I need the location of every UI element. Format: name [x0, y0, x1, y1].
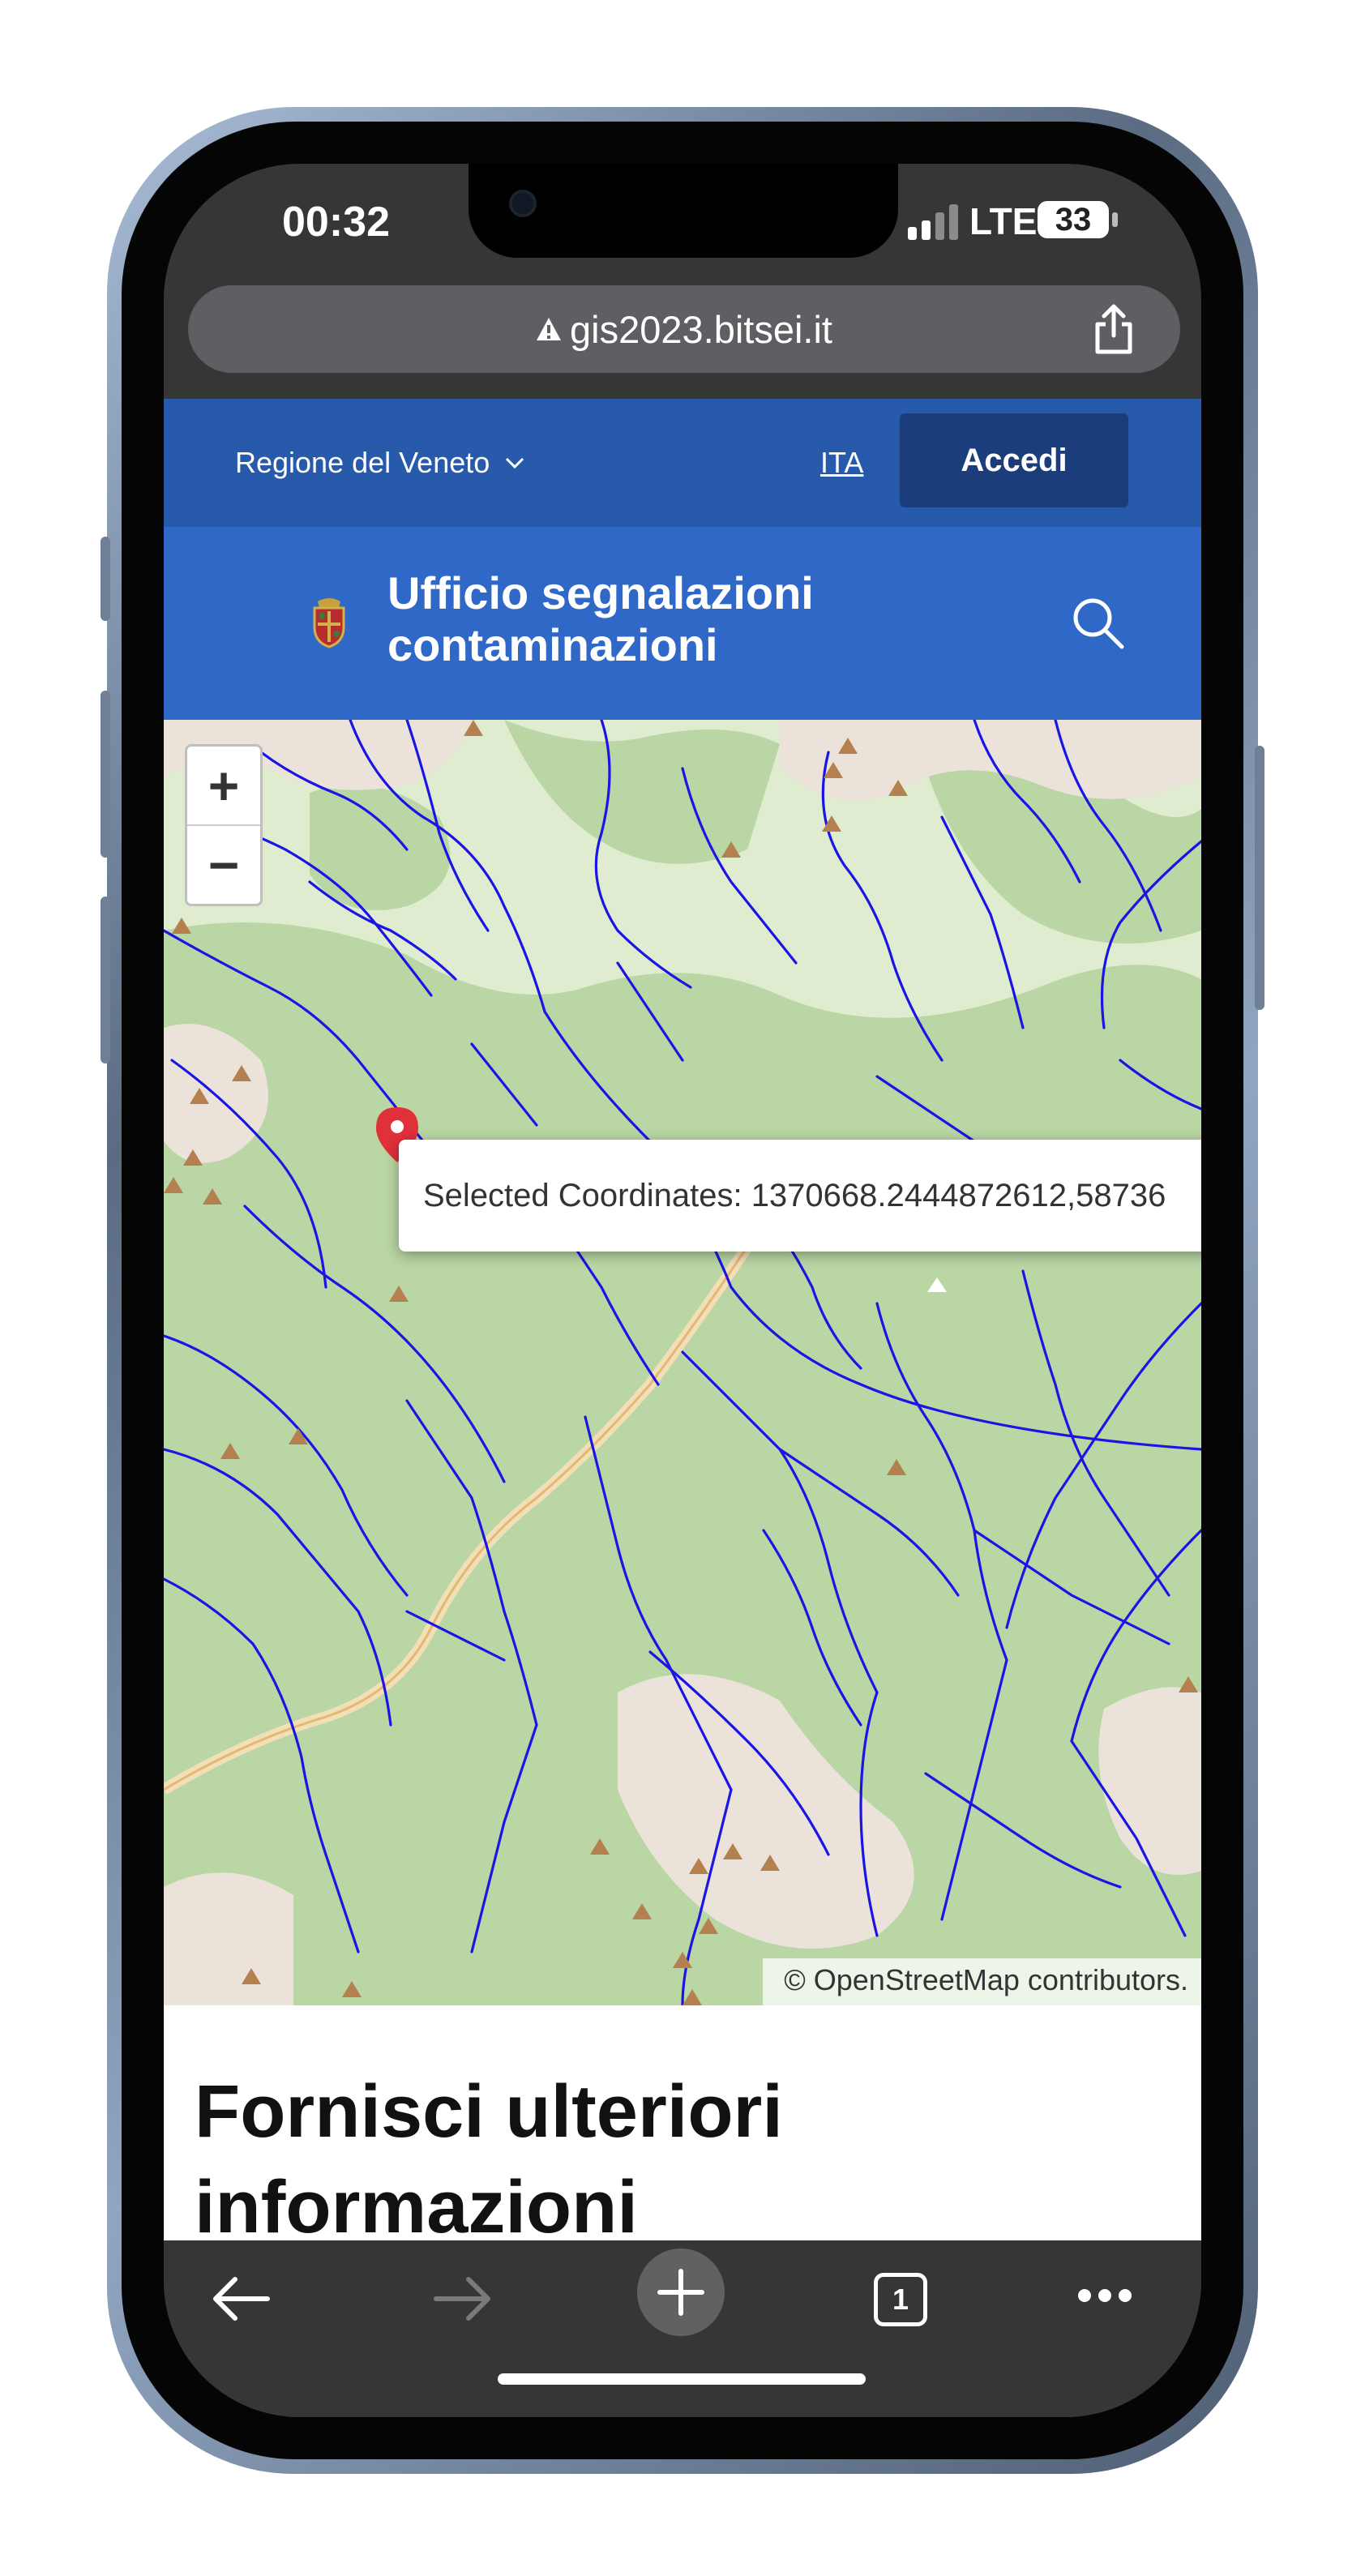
- new-tab-button[interactable]: [637, 2249, 725, 2336]
- section-heading: Fornisci ulteriori informazioni: [195, 2070, 783, 2240]
- home-indicator[interactable]: [498, 2373, 866, 2385]
- coordinates-popup: Selected Coordinates: 1370668.2444872612…: [399, 1140, 1201, 1252]
- phone-screen: 00:32 LTE 33 gis2023.bitsei.it Regione d…: [164, 164, 1201, 2417]
- battery-level: 33: [1055, 201, 1092, 237]
- url-text: gis2023.bitsei.it: [570, 307, 832, 351]
- mute-switch: [101, 537, 110, 621]
- front-camera: [509, 190, 537, 217]
- plus-icon: [657, 2269, 704, 2316]
- warning-icon: [537, 318, 561, 340]
- back-arrow-icon[interactable]: [211, 2273, 272, 2325]
- site-title[interactable]: Ufficio segnalazioni contaminazioni: [387, 567, 814, 671]
- forward-arrow-icon[interactable]: [431, 2273, 493, 2325]
- battery-tip: [1112, 212, 1118, 227]
- address-bar[interactable]: gis2023.bitsei.it: [188, 285, 1180, 373]
- map-view[interactable]: + − Selected Coordinates: 1370668.244487…: [164, 720, 1201, 2005]
- search-icon[interactable]: [1070, 595, 1127, 652]
- zoom-out-button[interactable]: −: [187, 826, 260, 904]
- site-header: Ufficio segnalazioni contaminazioni: [164, 527, 1201, 720]
- site-title-line-2: contaminazioni: [387, 619, 718, 670]
- site-title-line-1: Ufficio segnalazioni: [387, 567, 814, 618]
- network-label: LTE: [969, 200, 1038, 242]
- login-button[interactable]: Accedi: [900, 413, 1128, 507]
- language-link[interactable]: ITA: [820, 399, 863, 527]
- coordinates-text: Selected Coordinates: 1370668.2444872612…: [423, 1177, 1166, 1213]
- coat-of-arms-logo[interactable]: [310, 597, 349, 648]
- more-options-icon[interactable]: [1075, 2286, 1135, 2305]
- map-tiles[interactable]: [164, 720, 1201, 2005]
- battery-icon: 33: [1038, 201, 1109, 238]
- site-top-bar: Regione del Veneto ITA Accedi: [164, 399, 1201, 527]
- page-content: Fornisci ulteriori informazioni: [164, 2005, 1201, 2240]
- region-dropdown[interactable]: Regione del Veneto: [235, 399, 525, 527]
- zoom-control: + −: [185, 744, 263, 906]
- browser-toolbar: 1: [164, 2240, 1201, 2417]
- volume-up-button: [101, 691, 110, 858]
- tabs-button[interactable]: 1: [874, 2273, 927, 2326]
- signal-icon: [908, 204, 958, 240]
- share-icon[interactable]: [1091, 303, 1136, 355]
- map-attribution[interactable]: © OpenStreetMap contributors.: [763, 1958, 1201, 2005]
- power-button: [1255, 746, 1264, 1010]
- zoom-in-button[interactable]: +: [187, 747, 260, 826]
- region-label: Regione del Veneto: [235, 446, 490, 479]
- url-display[interactable]: gis2023.bitsei.it: [188, 285, 1180, 373]
- status-time: 00:32: [282, 199, 390, 246]
- chevron-down-icon: [506, 457, 524, 469]
- volume-down-button: [101, 896, 110, 1063]
